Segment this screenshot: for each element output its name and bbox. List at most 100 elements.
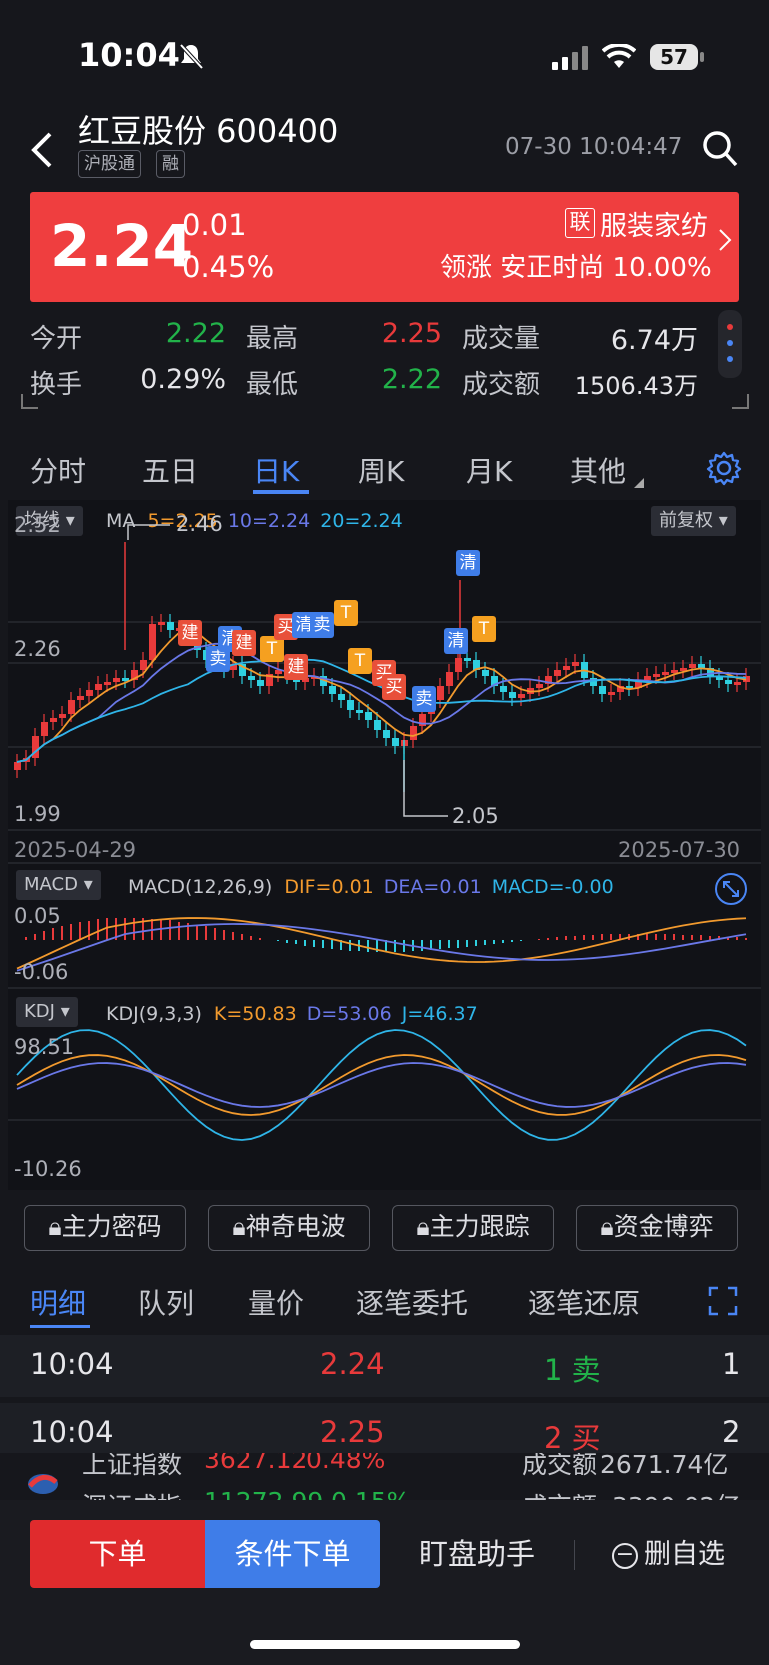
tab-daily-k[interactable]: 日K: [253, 450, 299, 490]
tool-button-magic-wave[interactable]: 🔒︎神奇电波: [208, 1205, 370, 1251]
tab-detail[interactable]: 明细: [30, 1282, 86, 1322]
ticker-label: 成交额: [522, 1453, 598, 1479]
macd-legend: MACD(12,26,9) DIF=0.01 DEA=0.01 MACD=-0.…: [128, 876, 614, 898]
remove-label: 删自选: [644, 1539, 725, 1570]
tool-button-main-code[interactable]: 🔒︎主力密码: [24, 1205, 186, 1251]
high-price-label: 2.46: [176, 512, 223, 536]
divider: [574, 1540, 575, 1570]
lock-icon: 🔒︎: [232, 1212, 246, 1241]
chart-area[interactable]: 均线 ▾ MA 5=2.25 10=2.24 20=2.24 前复权 ▾ 2.5…: [8, 500, 761, 1190]
signal-badge: T: [334, 600, 358, 626]
ticker-pct: 0.48%: [306, 1453, 386, 1474]
stat-value: 2.22: [381, 364, 442, 395]
kdj-dropdown[interactable]: KDJ ▾: [16, 997, 78, 1027]
low-price-label: 2.05: [452, 804, 499, 828]
stat-label: 成交额: [462, 370, 541, 400]
page-title: 红豆股份 600400: [78, 112, 339, 150]
tool-button-main-track[interactable]: 🔒︎主力跟踪: [392, 1205, 554, 1251]
tag-margin: 融: [156, 150, 185, 178]
row-time: 10:04: [30, 1347, 114, 1381]
exchange-logo-icon: [28, 1474, 58, 1494]
minus-circle-icon: −: [612, 1542, 638, 1569]
table-row: 10:04 2.24 1 卖 1: [0, 1335, 769, 1397]
conditional-order-button[interactable]: 条件下单: [205, 1520, 380, 1588]
stat-label: 成交量: [462, 324, 541, 354]
chart-tabs: 分时 五日 日K 周K 月K 其他: [0, 440, 769, 500]
tab-five-day[interactable]: 五日: [142, 450, 198, 490]
tab-volume-price[interactable]: 量价: [248, 1282, 304, 1322]
expand-icon[interactable]: [714, 872, 748, 906]
battery-indicator: 57: [650, 44, 698, 70]
more-menu-button[interactable]: [718, 310, 742, 378]
remove-watchlist-button[interactable]: − 删自选: [612, 1537, 725, 1573]
tab-queue[interactable]: 队列: [138, 1282, 194, 1322]
lock-icon: 🔒︎: [600, 1212, 614, 1241]
kdj-y-bottom: -10.26: [14, 1157, 82, 1181]
signal-icon: [552, 46, 588, 70]
watch-assistant-button[interactable]: 盯盘助手: [402, 1520, 552, 1588]
status-time: 10:04: [78, 36, 180, 74]
date-end: 2025-07-30: [618, 838, 741, 862]
y-top: 2.52: [14, 513, 61, 537]
macd-dea: DEA=0.01: [383, 876, 482, 898]
tab-tick-replay[interactable]: 逐笔还原: [528, 1282, 640, 1322]
corner-bracket-icon: [732, 394, 749, 409]
signal-badge: 建: [284, 654, 308, 680]
stat-label: 今开: [30, 324, 83, 354]
back-icon[interactable]: [28, 130, 58, 170]
index-ticker[interactable]: 上证指数 3627.12 0.48% 成交额 2671.74亿 深证成指 112…: [0, 1453, 769, 1503]
price-change: 0.01: [182, 208, 247, 242]
price-change-pct: 0.45%: [182, 250, 275, 284]
tool-button-fund-game[interactable]: 🔒︎资金博弈: [576, 1205, 738, 1251]
macd-dif: DIF=0.01: [284, 876, 374, 898]
sector-name: 服装家纺: [600, 211, 708, 242]
signal-badge: T: [472, 616, 496, 642]
kdj-j: J=46.37: [401, 1003, 478, 1025]
detail-tab-indicator: [30, 1325, 90, 1328]
date-start: 2025-04-29: [14, 838, 137, 862]
tool-label: 主力密码: [61, 1212, 162, 1241]
home-indicator: [250, 1640, 520, 1649]
row-count: 1: [722, 1347, 741, 1381]
quote-box[interactable]: 2.24 0.01 0.45% 联 服装家纺 领涨 安正时尚 10.00%: [30, 192, 739, 302]
stat-value: 6.74万: [610, 325, 698, 356]
tab-order-by-order[interactable]: 逐笔委托: [356, 1282, 468, 1322]
ticker-value: 3627.12: [204, 1453, 308, 1474]
table-row: 10:04 2.25 2 买 2: [0, 1403, 769, 1455]
tab-other[interactable]: 其他: [570, 450, 626, 490]
fullscreen-icon[interactable]: [708, 1286, 738, 1316]
tag-hk-connect: 沪股通: [78, 150, 141, 178]
order-button[interactable]: 下单: [30, 1520, 205, 1588]
kdj-params: KDJ(9,3,3): [106, 1003, 202, 1025]
tab-weekly-k[interactable]: 周K: [358, 450, 404, 490]
stat-label: 最低: [246, 370, 299, 400]
macd-y-top: 0.05: [14, 904, 61, 928]
chevron-right-icon: [719, 229, 732, 251]
signal-badge: T: [348, 648, 372, 674]
row-price: 2.24: [320, 1347, 385, 1381]
current-price: 2.24: [50, 212, 194, 280]
row-side: 1 卖: [544, 1353, 601, 1387]
tab-intraday[interactable]: 分时: [30, 450, 86, 490]
signal-badge: 清: [444, 628, 468, 654]
dropdown-corner-icon: [634, 478, 644, 488]
status-bar: 10:04 57: [0, 0, 769, 110]
tool-label: 资金博弈: [613, 1212, 714, 1241]
gear-icon[interactable]: [706, 450, 742, 486]
signal-badge: 建: [232, 630, 256, 656]
signal-badge: 建: [178, 620, 202, 646]
kdj-d: D=53.06: [306, 1003, 392, 1025]
header-datetime: 07-30 10:04:47: [505, 134, 683, 160]
macd-params: MACD(12,26,9): [128, 876, 273, 898]
kdj-dropdown-label: KDJ: [24, 1001, 55, 1022]
stat-label: 最高: [246, 324, 299, 354]
sector-leader: 领涨 安正时尚 10.00%: [440, 253, 712, 283]
macd-dropdown[interactable]: MACD ▾: [16, 870, 101, 900]
macd-y-bottom: -0.06: [14, 960, 69, 984]
signal-badge: 卖: [412, 686, 436, 712]
tab-monthly-k[interactable]: 月K: [466, 450, 512, 490]
macd-dropdown-label: MACD: [24, 874, 78, 895]
stat-value: 0.29%: [140, 364, 226, 395]
search-icon[interactable]: [702, 130, 738, 168]
kdj-k: K=50.83: [213, 1003, 297, 1025]
